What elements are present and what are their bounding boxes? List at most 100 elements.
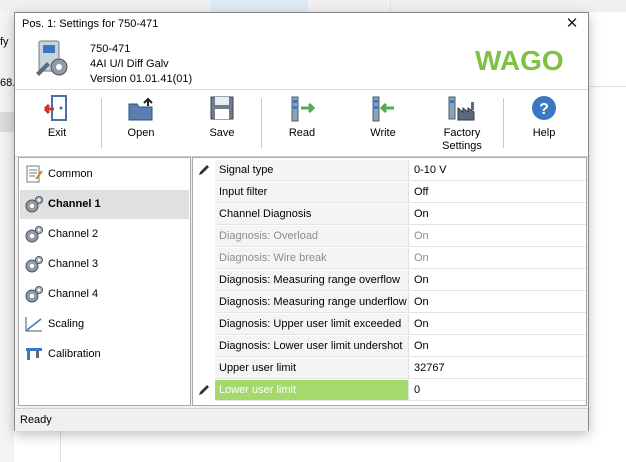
open-label: Open <box>127 127 155 139</box>
toolbar-separator <box>261 98 262 148</box>
row-gutter <box>193 358 215 379</box>
property-name: Upper user limit <box>215 358 408 379</box>
svg-text:?: ? <box>539 101 549 118</box>
dialog-titlebar[interactable]: Pos. 1: Settings for 750-471 ✕ <box>15 13 588 35</box>
row-gutter <box>193 336 215 357</box>
document-icon <box>26 165 43 183</box>
property-value[interactable]: Off <box>408 182 586 203</box>
property-name: Diagnosis: Measuring range overflow <box>215 270 408 291</box>
pencil-icon <box>199 385 209 395</box>
row-gutter <box>193 248 215 269</box>
nav-item-channel-1[interactable]: Channel 1 <box>20 190 189 219</box>
toolbar-separator <box>101 98 102 148</box>
nav-item-channel-4[interactable]: Channel 4 <box>20 280 189 309</box>
property-name: Diagnosis: Wire break <box>215 248 408 269</box>
property-name: Diagnosis: Measuring range underflow <box>215 292 408 313</box>
property-value-dropdown[interactable]: 0-10 V <box>408 160 586 181</box>
device-article: 750-471 <box>90 43 131 55</box>
row-gutter <box>193 380 215 401</box>
row-gutter <box>193 292 215 313</box>
exit-button[interactable]: Exit <box>25 94 89 152</box>
property-value[interactable]: On <box>408 336 586 357</box>
property-row-input-filter[interactable]: Input filter Off <box>193 182 586 203</box>
wago-logo-text: WAGO <box>475 45 564 75</box>
write-label: Write <box>370 127 396 139</box>
row-gutter <box>193 270 215 291</box>
nav-item-scaling[interactable]: Scaling <box>20 310 189 339</box>
property-value-input[interactable]: 0 <box>408 380 586 401</box>
background-app-sidebar-selection <box>0 112 14 132</box>
nav-item-label: Channel 3 <box>48 258 99 270</box>
background-divider <box>390 0 391 12</box>
property-value: On <box>408 226 586 247</box>
read-button[interactable]: Read <box>270 94 334 152</box>
save-button[interactable]: Save <box>190 94 254 152</box>
open-folder-icon <box>128 97 153 121</box>
property-name: Input filter <box>215 182 408 203</box>
property-value: On <box>408 248 586 269</box>
property-row-upper-limit-exceeded[interactable]: Diagnosis: Upper user limit exceeded On <box>193 314 586 335</box>
row-gutter <box>193 182 215 203</box>
property-grid: Signal type 0-10 V Input filter Off Chan… <box>192 157 587 406</box>
factory-icon <box>448 96 475 121</box>
open-button[interactable]: Open <box>109 94 173 152</box>
device-description: 4AI U/I Diff Galv <box>90 58 169 70</box>
dialog-title: Pos. 1: Settings for 750-471 <box>22 18 159 30</box>
background-app-content <box>588 12 626 412</box>
property-name: Signal type <box>215 160 408 181</box>
gear-icon <box>25 256 43 273</box>
nav-item-common[interactable]: Common <box>20 160 189 189</box>
property-value[interactable]: On <box>408 314 586 335</box>
chart-icon <box>25 317 42 332</box>
row-gutter <box>193 226 215 247</box>
nav-item-label: Scaling <box>48 318 85 330</box>
background-divider <box>60 430 61 462</box>
nav-item-channel-2[interactable]: Channel 2 <box>20 220 189 249</box>
close-button[interactable]: ✕ <box>564 15 580 33</box>
row-gutter <box>193 160 215 181</box>
property-row-upper-user-limit[interactable]: Upper user limit 32767 <box>193 358 586 379</box>
pencil-icon <box>199 165 209 175</box>
factory-settings-button[interactable]: Factory Settings <box>430 94 494 152</box>
nav-item-label: Channel 1 <box>48 198 101 210</box>
property-value-input[interactable]: 32767 <box>408 358 586 379</box>
wago-logo: WAGO <box>475 45 564 75</box>
row-gutter <box>193 314 215 335</box>
save-label: Save <box>209 127 235 139</box>
factory-settings-label: Factory Settings <box>442 127 482 152</box>
property-value[interactable]: On <box>408 204 586 225</box>
gear-icon <box>25 286 43 303</box>
property-value[interactable]: On <box>408 270 586 291</box>
property-row-channel-diagnosis[interactable]: Channel Diagnosis On <box>193 204 586 225</box>
status-text: Ready <box>20 414 52 426</box>
nav-item-channel-3[interactable]: Channel 3 <box>20 250 189 279</box>
exit-label: Exit <box>47 127 67 139</box>
property-row-diagnosis-overload: Diagnosis: Overload On <box>193 226 586 247</box>
property-name: Lower user limit <box>215 380 408 401</box>
property-row-signal-type[interactable]: Signal type 0-10 V <box>193 160 586 181</box>
device-header: 750-471 4AI U/I Diff Galv Version 01.01.… <box>15 35 588 89</box>
property-row-lower-user-limit[interactable]: Lower user limit 0 <box>193 380 586 401</box>
nav-item-label: Channel 4 <box>48 288 99 300</box>
caliper-icon <box>26 348 42 360</box>
nav-item-calibration[interactable]: Calibration <box>20 340 189 369</box>
write-button[interactable]: Write <box>351 94 415 152</box>
exit-icon <box>43 95 67 121</box>
property-name: Channel Diagnosis <box>215 204 408 225</box>
toolbar: Exit Open Save Read Write Factory Settin… <box>15 89 588 157</box>
nav-item-label: Common <box>48 168 93 180</box>
property-value[interactable]: On <box>408 292 586 313</box>
property-row-lower-limit-undershot[interactable]: Diagnosis: Lower user limit undershot On <box>193 336 586 357</box>
gear-icon <box>25 226 43 243</box>
background-text-fragment: fy <box>0 36 9 48</box>
property-row-range-overflow[interactable]: Diagnosis: Measuring range overflow On <box>193 270 586 291</box>
property-row-range-underflow[interactable]: Diagnosis: Measuring range underflow On <box>193 292 586 313</box>
row-gutter <box>193 204 215 225</box>
nav-item-label: Calibration <box>48 348 101 360</box>
help-button[interactable]: ? Help <box>512 94 576 152</box>
background-divider <box>588 86 626 87</box>
help-label: Help <box>532 127 556 139</box>
save-disk-icon <box>210 96 234 120</box>
toolbar-separator <box>503 98 504 148</box>
property-name: Diagnosis: Overload <box>215 226 408 247</box>
